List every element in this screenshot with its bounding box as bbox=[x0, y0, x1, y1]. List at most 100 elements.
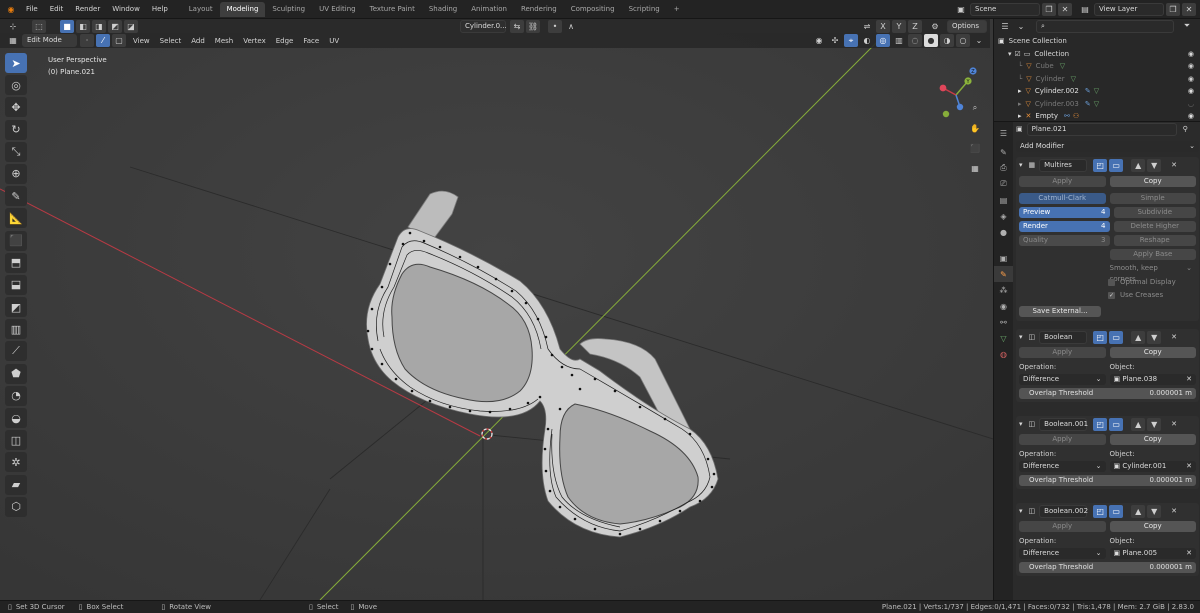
world-tab-icon[interactable]: ● bbox=[994, 224, 1013, 240]
scale-tool-icon[interactable]: ⤡ bbox=[5, 141, 27, 162]
collapse-arrow-icon[interactable]: ▾ bbox=[1019, 161, 1023, 169]
knife-tool-icon[interactable]: ⟋ bbox=[5, 341, 27, 362]
tab-uv-editing[interactable]: UV Editing bbox=[312, 2, 363, 17]
move-up-icon[interactable]: ▲ bbox=[1131, 330, 1146, 344]
menu-select[interactable]: Select bbox=[155, 37, 187, 45]
menu-mesh[interactable]: Mesh bbox=[210, 37, 238, 45]
constraints-tab-icon[interactable]: ⚯ bbox=[994, 314, 1013, 330]
viewport-toggle-icon[interactable]: ▭ bbox=[1109, 417, 1124, 431]
add-workspace-icon[interactable]: + bbox=[667, 2, 687, 17]
menu-uv[interactable]: UV bbox=[324, 37, 344, 45]
move-down-icon[interactable]: ▼ bbox=[1147, 330, 1162, 344]
copy-button[interactable]: Copy bbox=[1109, 347, 1196, 358]
tab-layout[interactable]: Layout bbox=[182, 2, 220, 17]
overlap-threshold-field[interactable]: Overlap Threshold 0.000001 m bbox=[1019, 562, 1196, 573]
filter-icon[interactable]: ⏷ bbox=[1180, 20, 1194, 33]
display-mode-icon[interactable]: ⌄ bbox=[1014, 20, 1028, 33]
quality-field[interactable]: Quality 3 bbox=[1019, 235, 1110, 246]
render-toggle-icon[interactable]: ◰ bbox=[1093, 417, 1108, 431]
delete-view-layer-icon[interactable]: ✕ bbox=[1182, 2, 1196, 16]
viewport-toggle-icon[interactable]: ▭ bbox=[1109, 330, 1124, 344]
move-down-icon[interactable]: ▼ bbox=[1147, 158, 1162, 172]
mode-dropdown[interactable]: Edit Mode bbox=[22, 34, 77, 47]
eye-icon[interactable]: ◉ bbox=[1188, 75, 1194, 83]
proportional-icon[interactable]: ∧ bbox=[564, 20, 578, 33]
spin-tool-icon[interactable]: ◔ bbox=[5, 385, 27, 406]
snap-dot-icon[interactable]: • bbox=[548, 19, 562, 33]
tab-modeling[interactable]: Modeling bbox=[219, 1, 266, 17]
render-toggle-icon[interactable]: ◰ bbox=[1093, 158, 1108, 172]
ortho-grid-icon[interactable]: ▦ bbox=[968, 161, 982, 175]
shading-material-icon[interactable]: ◑ bbox=[940, 34, 954, 47]
menu-file[interactable]: File bbox=[20, 5, 44, 13]
apply-button[interactable]: Apply bbox=[1019, 434, 1106, 445]
remove-modifier-icon[interactable]: ✕ bbox=[1171, 333, 1177, 341]
object-selector[interactable]: ▣ Plane.005 ✕ bbox=[1109, 548, 1196, 559]
outliner-search-input[interactable]: ⌕ bbox=[1036, 19, 1174, 33]
move-up-icon[interactable]: ▲ bbox=[1131, 417, 1146, 431]
overlays-icon[interactable]: ◎ bbox=[876, 34, 890, 47]
collection-row[interactable]: ▾ ☑ ▭ Collection ◉ bbox=[994, 48, 1200, 61]
scene-icon[interactable]: ▣ bbox=[954, 3, 968, 16]
material-tab-icon[interactable]: ◍ bbox=[994, 346, 1013, 362]
pin-icon[interactable]: ⚲ bbox=[1183, 125, 1188, 133]
edit-mode-icon[interactable]: ▦ bbox=[6, 34, 20, 47]
modifier-name-field[interactable]: Boolean.001 bbox=[1039, 417, 1088, 431]
bevel-tool-icon[interactable]: ◩ bbox=[5, 297, 27, 318]
camera-view-icon[interactable]: ⬛ bbox=[968, 141, 982, 155]
gizmo-toggle-icon[interactable]: ⌖ bbox=[844, 34, 858, 47]
checkbox-icon[interactable]: ☑ bbox=[1015, 50, 1021, 58]
collapse-arrow-icon[interactable]: ▾ bbox=[1019, 333, 1023, 341]
tab-sculpting[interactable]: Sculpting bbox=[265, 2, 312, 17]
outliner-editor-icon[interactable]: ☰ bbox=[998, 20, 1012, 33]
list-item[interactable]: ▸ ▽ Cylinder.002 ✎ ▽ ◉ bbox=[994, 85, 1200, 98]
copy-button[interactable]: Copy bbox=[1109, 434, 1196, 445]
properties-editor-icon[interactable]: ☰ bbox=[994, 122, 1013, 144]
menu-vertex[interactable]: Vertex bbox=[238, 37, 271, 45]
menu-window[interactable]: Window bbox=[106, 5, 146, 13]
link-icon[interactable]: ⛓ bbox=[526, 19, 540, 33]
modifier-tab-icon[interactable]: ✎ bbox=[994, 266, 1013, 282]
overlap-threshold-field[interactable]: Overlap Threshold 0.000001 m bbox=[1019, 475, 1196, 486]
shading-rendered-icon[interactable]: ○ bbox=[956, 34, 970, 47]
shrink-fatten-tool-icon[interactable]: ✲ bbox=[5, 452, 27, 473]
remove-modifier-icon[interactable]: ✕ bbox=[1171, 161, 1177, 169]
visibility-eye-icon[interactable]: ◉ bbox=[812, 34, 826, 47]
move-down-icon[interactable]: ▼ bbox=[1147, 417, 1162, 431]
collapse-arrow-icon[interactable]: ▾ bbox=[1019, 507, 1023, 515]
save-external-button[interactable]: Save External... bbox=[1019, 306, 1101, 317]
checkbox-icon[interactable] bbox=[1108, 278, 1115, 286]
clear-icon[interactable]: ✕ bbox=[1186, 374, 1192, 385]
mirror-axis-icon[interactable]: ⇌ bbox=[860, 20, 874, 33]
select-mode-extend-icon[interactable]: ◧ bbox=[76, 19, 90, 33]
render-tab-icon[interactable]: ⎙ bbox=[994, 160, 1013, 176]
tab-scripting[interactable]: Scripting bbox=[622, 2, 667, 17]
apply-base-button[interactable]: Apply Base bbox=[1109, 249, 1196, 260]
shading-solid-icon[interactable]: ● bbox=[924, 34, 938, 47]
menu-help[interactable]: Help bbox=[146, 5, 174, 13]
list-item[interactable]: └ ▽ Cylinder ▽ ◉ bbox=[994, 73, 1200, 86]
overlap-threshold-field[interactable]: Overlap Threshold 0.000001 m bbox=[1019, 388, 1196, 399]
reshape-button[interactable]: Reshape bbox=[1113, 235, 1196, 246]
overlay-toggle-icon[interactable]: ◐ bbox=[860, 34, 874, 47]
expand-arrow-icon[interactable]: ▸ bbox=[1018, 112, 1022, 120]
render-toggle-icon[interactable]: ◰ bbox=[1093, 330, 1108, 344]
menu-view[interactable]: View bbox=[128, 37, 155, 45]
viewport-toggle-icon[interactable]: ▭ bbox=[1109, 504, 1124, 518]
extrude-tool-icon[interactable]: ⬒ bbox=[5, 252, 27, 273]
object-field[interactable]: Cylinder.0... bbox=[460, 19, 507, 33]
mirror-options-icon[interactable]: ⇆ bbox=[510, 19, 524, 33]
modifier-name-field[interactable]: Multires bbox=[1039, 158, 1088, 172]
clear-icon[interactable]: ✕ bbox=[1186, 461, 1192, 472]
select-mode-intersect-icon[interactable]: ◪ bbox=[124, 19, 138, 33]
edge-select-icon[interactable]: ⁄ bbox=[96, 34, 110, 47]
select-mode-subtract-icon[interactable]: ◨ bbox=[92, 19, 106, 33]
move-tool-icon[interactable]: ✥ bbox=[5, 97, 27, 118]
measure-tool-icon[interactable]: 📐 bbox=[5, 208, 27, 229]
editor-type-icon[interactable]: ⊹ bbox=[6, 20, 20, 33]
operation-dropdown[interactable]: Difference ⌄ bbox=[1019, 374, 1106, 385]
shading-wireframe-icon[interactable]: ◌ bbox=[908, 34, 922, 47]
object-selector[interactable]: ▣ Plane.038 ✕ bbox=[1109, 374, 1196, 385]
wrench-options-icon[interactable]: ⚙ bbox=[928, 20, 942, 33]
output-tab-icon[interactable]: ⎚ bbox=[994, 176, 1013, 192]
